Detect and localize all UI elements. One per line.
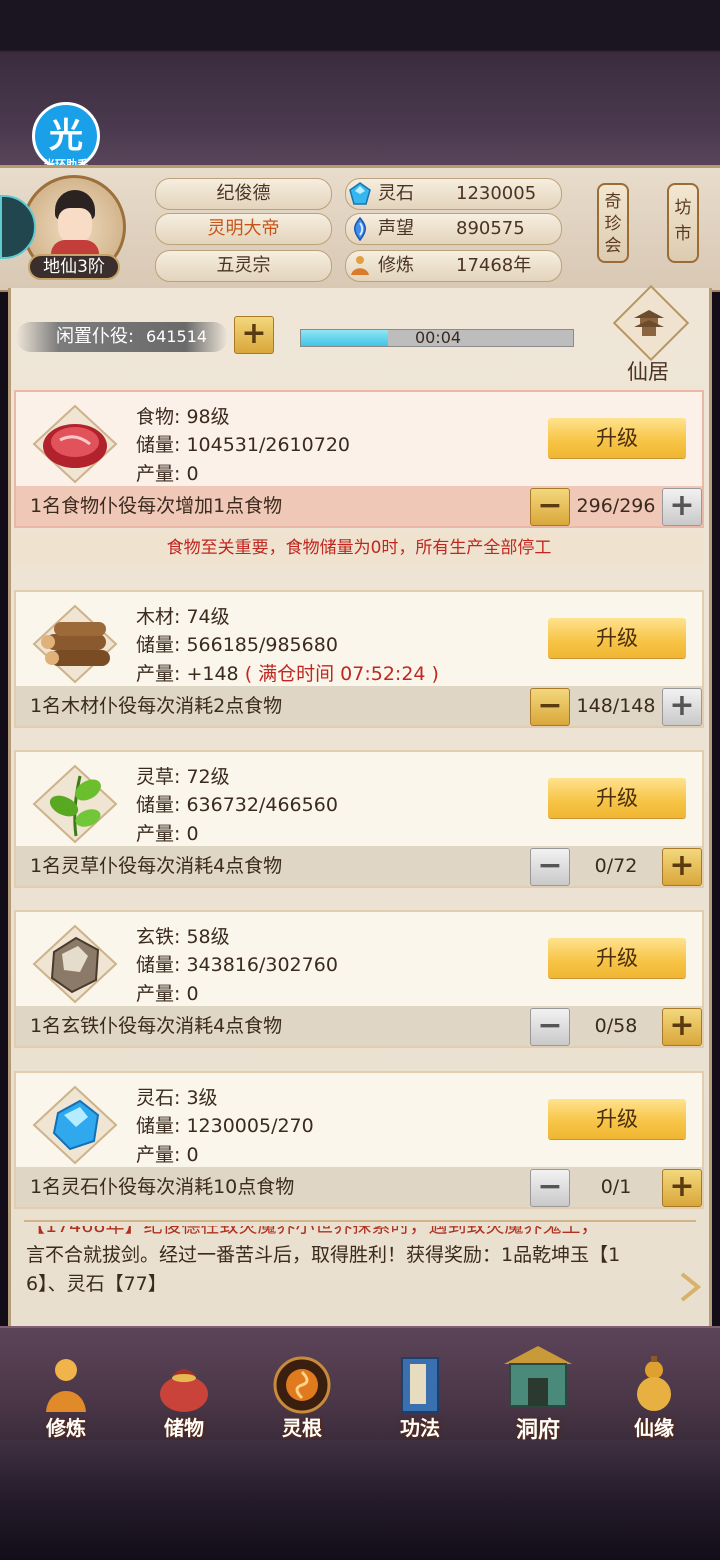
meditation-icon (348, 254, 372, 278)
meat-icon (30, 402, 120, 486)
food-minus-button[interactable]: − (530, 488, 570, 526)
herb-icon (30, 762, 120, 846)
assistant-badge[interactable]: 光 光环助手 (26, 102, 106, 174)
resource-card-iron: 玄铁: 58级 储量: 343816/302760 产量: 0 升级 1名玄铁仆… (14, 910, 704, 1048)
add-servant-button[interactable]: + (234, 316, 274, 354)
upgrade-herb-button[interactable]: 升级 (548, 778, 686, 818)
top-background (0, 0, 720, 170)
iron-ore-icon (30, 922, 120, 1006)
resource-reputation: 声望 890575 (345, 213, 562, 245)
food-warning: 食物至关重要，食物储量为0时，所有生产全部停工 (14, 530, 704, 566)
resource-card-food: 食物: 98级 储量: 104531/2610720 产量: 0 升级 1名食物… (14, 390, 704, 528)
iron-plus-button[interactable]: + (662, 1008, 702, 1046)
reputation-icon (348, 216, 372, 242)
resource-card-wood: 木材: 74级 储量: 566185/985680 产量: +148 ( 满仓时… (14, 590, 704, 728)
food-plus-button[interactable]: + (662, 488, 702, 526)
upgrade-iron-button[interactable]: 升级 (548, 938, 686, 978)
bottom-background (0, 1440, 720, 1560)
spirit-stone-minus-button[interactable]: − (530, 1169, 570, 1207)
residence-label: 仙居 (627, 360, 669, 384)
food-servant-row: 1名食物仆役每次增加1点食物 − 296/296 + (16, 486, 702, 526)
upgrade-food-button[interactable]: 升级 (548, 418, 686, 458)
resource-card-spirit-stone: 灵石: 3级 储量: 1230005/270 产量: 0 升级 1名灵石仆役每次… (14, 1071, 704, 1209)
player-name: 纪俊德 (155, 178, 332, 210)
herb-minus-button[interactable]: − (530, 848, 570, 886)
upgrade-spirit-stone-button[interactable]: 升级 (548, 1099, 686, 1139)
spirit-crystal-icon (30, 1083, 120, 1167)
herb-plus-button[interactable]: + (662, 848, 702, 886)
iron-minus-button[interactable]: − (530, 1008, 570, 1046)
cave-palace-icon (502, 1344, 574, 1414)
assistant-badge-char: 光 (49, 116, 83, 156)
treasure-pavilion-button[interactable]: 奇珍会 (597, 183, 629, 263)
wood-minus-button[interactable]: − (530, 688, 570, 726)
residence-button[interactable]: 仙居 (602, 284, 694, 384)
herb-servant-row: 1名灵草仆役每次消耗4点食物 − 0/72 + (16, 846, 702, 886)
log-next-arrow-icon[interactable] (678, 1272, 702, 1302)
storage-bag-icon (156, 1356, 212, 1414)
gourd-icon (630, 1356, 678, 1414)
servant-timer-bar: 00:04 (300, 329, 574, 347)
market-button[interactable]: 坊市 (667, 183, 699, 263)
spirit-stone-plus-button[interactable]: + (662, 1169, 702, 1207)
spirit-root-icon (272, 1356, 332, 1414)
idle-servants-bar: 闲置仆役: 641514 (16, 322, 228, 352)
player-sect: 五灵宗 (155, 250, 332, 282)
resource-cultivation: 修炼 17468年 (345, 250, 562, 282)
bottom-nav: 修炼 储物 灵根 功法 洞府 仙缘 (0, 1326, 720, 1446)
iron-servant-row: 1名玄铁仆役每次消耗4点食物 − 0/58 + (16, 1006, 702, 1046)
upgrade-wood-button[interactable]: 升级 (548, 618, 686, 658)
event-log: 【17468年】纪俊德在致灾魔界小世界探索时，遇到致灾魔界鬼王，一 言不合就拔剑… (26, 1226, 621, 1295)
wood-plus-button[interactable]: + (662, 688, 702, 726)
pagoda-icon (634, 310, 664, 336)
book-icon (398, 1356, 442, 1414)
log-divider (24, 1220, 696, 1222)
player-title: 灵明大帝 (155, 213, 332, 245)
rank-badge: 地仙3阶 (28, 254, 120, 280)
wood-servant-row: 1名木材仆役每次消耗2点食物 − 148/148 + (16, 686, 702, 726)
spirit-stone-icon (348, 182, 372, 206)
cultivate-icon (42, 1356, 90, 1414)
resource-card-herb: 灵草: 72级 储量: 636732/466560 产量: 0 升级 1名灵草仆… (14, 750, 704, 888)
resource-spirit-stone: 灵石 1230005 (345, 178, 562, 210)
wood-logs-icon (30, 602, 120, 686)
spirit-stone-servant-row: 1名灵石仆役每次消耗10点食物 − 0/1 + (16, 1167, 702, 1207)
